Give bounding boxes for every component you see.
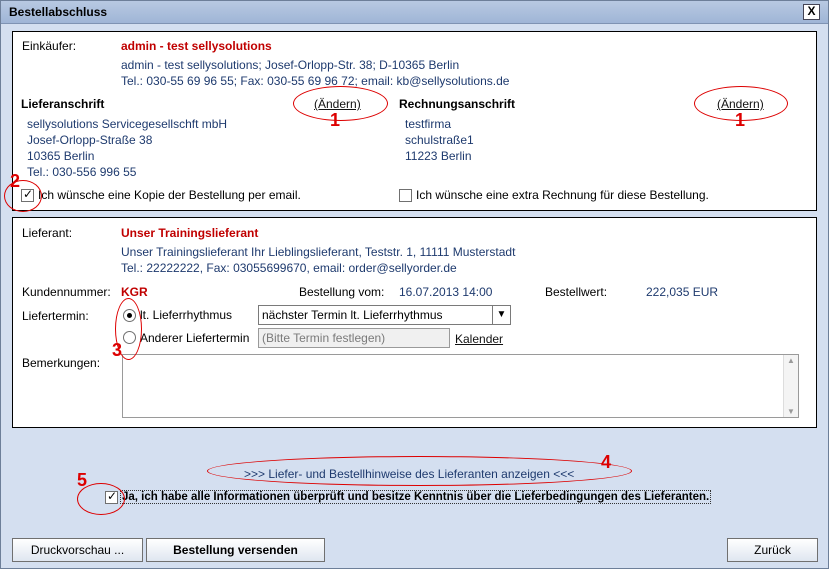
- copy-email-label: Ich wünsche eine Kopie der Bestellung pe…: [38, 188, 301, 202]
- radio-rhythm-label: lt. Lieferrhythmus: [140, 308, 233, 322]
- delivery-title: Lieferanschrift: [21, 97, 105, 111]
- rhythm-select[interactable]: nächster Termin lt. Lieferrhythmus ▼: [258, 305, 511, 325]
- delivery-line: Tel.: 030-556 996 55: [27, 165, 137, 179]
- delivery-line: 10365 Berlin: [27, 149, 95, 163]
- send-order-button[interactable]: Bestellung versenden: [146, 538, 325, 562]
- buyer-contact: Tel.: 030-55 69 96 55; Fax: 030-55 69 96…: [121, 74, 510, 88]
- other-date-input[interactable]: (Bitte Termin festlegen): [258, 328, 450, 348]
- annotation-number: 2: [10, 171, 21, 191]
- order-value-value: 222,035 EUR: [646, 285, 719, 299]
- supplier-contact: Tel.: 22222222, Fax: 03055699670, email:…: [121, 261, 457, 275]
- invoice-line: 11223 Berlin: [405, 149, 472, 163]
- order-value-label: Bestellwert:: [545, 285, 608, 299]
- delivery-line: Josef-Orlopp-Straße 38: [27, 133, 153, 147]
- confirm-label: Ja, ich habe alle Informationen überprüf…: [120, 490, 712, 504]
- delivery-line: sellysolutions Servicegesellschft mbH: [27, 117, 228, 131]
- order-date-label: Bestellung vom:: [299, 285, 385, 299]
- remarks-textarea[interactable]: ▲ ▼: [122, 354, 799, 418]
- customer-number-label: Kundennummer:: [22, 285, 111, 299]
- buyer-panel: Einkäufer: admin - test sellysolutions a…: [12, 31, 817, 211]
- invoice-line: testfirma: [405, 117, 452, 131]
- annotation-number: 4: [601, 452, 612, 472]
- buyer-address: admin - test sellysolutions; Josef-Orlop…: [121, 58, 460, 72]
- chevron-down-icon[interactable]: ▼: [492, 306, 510, 324]
- title-bar: Bestellabschluss X: [1, 1, 828, 24]
- order-date-value: 16.07.2013 14:00: [399, 285, 493, 299]
- supplier-name: Unser Trainingslieferant: [121, 226, 259, 240]
- annotation-number: 1: [330, 110, 341, 130]
- back-button[interactable]: Zurück: [727, 538, 818, 562]
- scroll-down-icon[interactable]: ▼: [787, 407, 795, 416]
- annotation-ellipse: [207, 456, 632, 486]
- annotation-number: 3: [112, 340, 123, 360]
- print-preview-button[interactable]: Druckvorschau ...: [12, 538, 143, 562]
- supplier-address: Unser Trainingslieferant Ihr Lieblingsli…: [121, 245, 516, 259]
- close-button[interactable]: X: [803, 4, 820, 20]
- supplier-label: Lieferant:: [22, 226, 73, 240]
- remarks-label: Bemerkungen:: [22, 356, 101, 370]
- radio-other-date-label: Anderer Liefertermin: [140, 331, 250, 345]
- customer-number-value: KGR: [121, 285, 148, 299]
- annotation-number: 1: [735, 110, 746, 130]
- buyer-name: admin - test sellysolutions: [121, 39, 272, 53]
- delivery-term-label: Liefertermin:: [22, 309, 89, 323]
- remarks-scrollbar[interactable]: ▲ ▼: [783, 355, 798, 417]
- invoice-title: Rechnungsanschrift: [399, 97, 516, 111]
- scroll-up-icon[interactable]: ▲: [787, 356, 795, 365]
- extra-invoice-label: Ich wünsche eine extra Rechnung für dies…: [416, 188, 709, 202]
- window-title: Bestellabschluss: [9, 5, 108, 19]
- buyer-label: Einkäufer:: [22, 39, 77, 53]
- rhythm-select-value: nächster Termin lt. Lieferrhythmus: [262, 308, 443, 322]
- annotation-number: 5: [77, 470, 88, 490]
- extra-invoice-checkbox[interactable]: [399, 189, 412, 202]
- invoice-line: schulstraße1: [405, 133, 474, 147]
- other-date-placeholder: (Bitte Termin festlegen): [262, 331, 386, 345]
- calendar-link[interactable]: Kalender: [455, 332, 503, 346]
- annotation-ellipse: [293, 86, 388, 121]
